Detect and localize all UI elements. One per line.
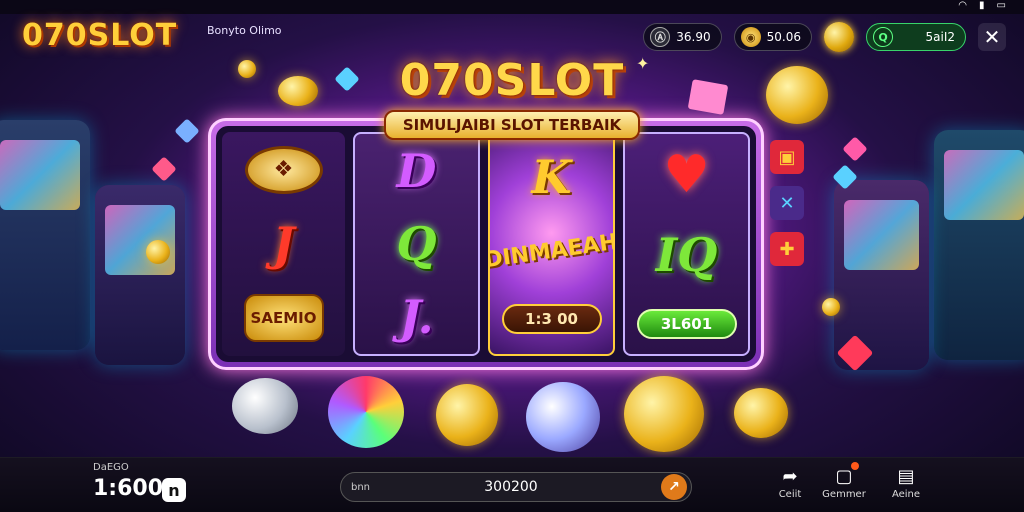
amount-field-value: 300200 [484,479,538,495]
coin-decor [822,298,840,316]
symbol-iq: IQ [655,227,718,282]
info-value: 36.90 [676,30,711,44]
symbol-j2: J. [399,290,434,345]
reel-4-value[interactable]: 3L601 [636,308,737,339]
symbol-j: J [272,216,295,271]
gift-icon: ▣ [778,146,796,168]
heart-icon: ♥ [663,145,710,206]
bonus-badge-symbol: SAEMIO [243,294,324,343]
symbol-q: Q [396,216,437,271]
side-buttons: ▣ ✕ ✚ [770,140,804,266]
top-right-controls: Ⓐ 36.90 ◉ 50.06 Q 5aiI2 ✕ [643,22,1006,52]
slot-machine: ❖ J SAEMIO D Q J. K DINMAEAH 1:3 00 ♥ IQ… [208,118,764,370]
coin-decor [278,76,318,106]
side-button-2[interactable]: ✕ [770,186,804,220]
sparkle-icon: ✦ [636,54,650,73]
bet-value: 1:600 [93,476,164,501]
amount-field[interactable]: bnn 300200 ↗ [340,472,692,502]
wallet-icon: ▤ [897,465,915,487]
info-icon: Ⓐ [650,27,671,47]
side-button-3[interactable]: ✚ [770,232,804,266]
green-balance-value: 5aiI2 [925,30,956,44]
coin-decor [766,66,828,124]
notification-dot [851,462,859,470]
reel-1: ❖ J SAEMIO [222,132,345,356]
nav-chat-label: Gemmer [822,489,866,500]
reel-4: ♥ IQ 3L601 [623,132,750,356]
spin-go-button[interactable]: ↗ [661,474,687,500]
share-icon: ➦ [782,465,798,487]
side-button-1[interactable]: ▣ [770,140,804,174]
gift-box-decor [687,79,729,115]
arcade-cabinet-left-back [95,185,185,365]
brand-logo[interactable]: 070SLOT [22,18,177,53]
balance-pill[interactable]: ◉ 50.06 [733,23,812,51]
bet-adjust-button[interactable]: n [162,478,186,502]
symbol-d: D [396,143,437,198]
emblem-symbol: ❖ [244,145,323,194]
n-icon: n [168,480,180,500]
coin-decor [734,388,788,438]
amount-field-label: bnn [351,481,371,493]
green-balance-pill[interactable]: Q 5aiI2 [866,23,966,51]
coin-decor [238,60,256,78]
shuffle-icon: ✕ [779,192,795,214]
wifi-icon: ◠ [958,0,968,11]
arcade-cabinet-left [0,120,90,350]
nav-chat[interactable]: ▢ Gemmer [814,462,874,500]
game-title: 070SLOT [399,55,625,106]
nav-share-label: Ceiit [778,489,802,500]
coin-decor [146,240,170,264]
bottom-bar: DaEGO 1:600 n bnn 300200 ↗ ➦ Ceiit ▢ Gem… [0,457,1024,512]
gem-decor [842,136,868,162]
gem-decor [174,118,200,144]
reel-2: D Q J. [353,132,480,356]
bet-label: DaEGO [93,462,129,473]
brand-subtitle: Bonyto Olimo [207,24,282,37]
system-icons: ◠ ▮ ▭ [958,0,1006,11]
coin-icon: ◉ [740,27,761,47]
chat-icon: ▢ [833,462,859,487]
coin-decor [436,384,498,446]
rainbow-coin-decor [328,376,404,448]
bonus-symbol: DINMAEAH [488,230,615,274]
plus-icon: ✚ [779,238,795,260]
nav-wallet[interactable]: ▤ Aeine [876,465,936,501]
arcade-cabinet-right [934,130,1024,360]
battery-icon: ▭ [996,0,1006,11]
arrow-icon: ↗ [668,479,680,495]
system-status-bar: ◠ ▮ ▭ [0,0,1024,14]
symbol-k: K [531,149,572,204]
close-button[interactable]: ✕ [978,23,1006,51]
signal-icon: ▮ [979,0,985,11]
chip-decor [526,382,600,452]
search-icon: Q [873,27,893,47]
close-icon: ✕ [983,25,1001,49]
reel-3-value[interactable]: 1:3 00 [501,304,602,335]
info-pill[interactable]: Ⓐ 36.90 [643,23,722,51]
coin-shop-button[interactable] [824,22,854,52]
balance-value: 50.06 [766,30,801,44]
gem-decor [151,156,177,182]
coin-decor [624,376,704,452]
silver-coin-decor [232,378,298,434]
slot-banner: SIMULJAIBI SLOT TERBAIK [384,110,640,140]
reel-3: K DINMAEAH 1:3 00 [488,132,615,356]
nav-share[interactable]: ➦ Ceiit [760,465,820,501]
nav-wallet-label: Aeine [891,489,921,500]
